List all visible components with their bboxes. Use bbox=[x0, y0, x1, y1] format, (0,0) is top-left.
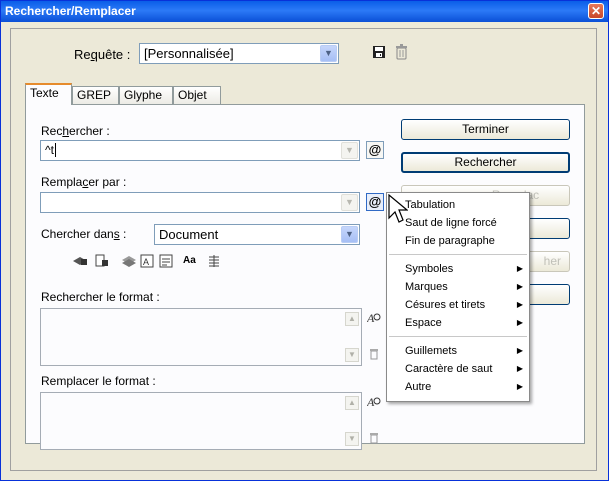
close-button[interactable]: ✕ bbox=[588, 3, 604, 19]
case-sensitive-toggle[interactable]: Aa bbox=[183, 255, 196, 266]
specify-find-format-icon[interactable]: A bbox=[366, 311, 381, 328]
search-in-select[interactable]: Document ▼ bbox=[154, 224, 360, 245]
submenu-arrow-icon: ▶ bbox=[516, 264, 523, 273]
window-title: Rechercher/Remplacer bbox=[5, 4, 136, 18]
done-button[interactable]: Terminer bbox=[401, 119, 570, 140]
find-button[interactable]: Rechercher bbox=[401, 152, 570, 173]
replace-format-box[interactable] bbox=[40, 392, 362, 450]
menu-item-quotation-marks[interactable]: Guillemets ▶ bbox=[405, 342, 529, 360]
include-hidden-layers-icon[interactable] bbox=[121, 255, 137, 270]
menu-item-break-character[interactable]: Caractère de saut ▶ bbox=[405, 360, 529, 378]
find-label: Rechercher : bbox=[41, 124, 110, 138]
menu-item-hyphens-dashes[interactable]: Césures et tirets ▶ bbox=[405, 296, 529, 314]
svg-text:A: A bbox=[143, 257, 149, 267]
tab-objet[interactable]: Objet bbox=[173, 86, 221, 104]
scroll-up-icon[interactable]: ▲ bbox=[345, 312, 359, 326]
menu-item-tabulation[interactable]: Tabulation bbox=[405, 196, 455, 214]
menu-item-end-of-paragraph[interactable]: Fin de paragraphe bbox=[405, 232, 495, 250]
submenu-arrow-icon: ▶ bbox=[516, 300, 523, 309]
tab-texte[interactable]: Texte bbox=[25, 83, 72, 105]
scroll-up-icon[interactable]: ▲ bbox=[345, 396, 359, 410]
find-input[interactable]: ^t ▼ bbox=[40, 140, 360, 161]
whole-word-icon[interactable] bbox=[207, 254, 221, 271]
submenu-arrow-icon: ▶ bbox=[516, 346, 523, 355]
replace-input[interactable]: ▼ bbox=[40, 192, 360, 213]
include-master-pages-icon[interactable]: A bbox=[140, 254, 154, 271]
query-label: Requête : bbox=[74, 47, 131, 62]
chevron-down-icon[interactable]: ▼ bbox=[341, 226, 358, 243]
menu-item-white-space[interactable]: Espace ▶ bbox=[405, 314, 529, 332]
scroll-down-icon[interactable]: ▼ bbox=[345, 348, 359, 362]
trash-icon[interactable] bbox=[395, 44, 408, 63]
special-characters-find-icon[interactable]: @ bbox=[366, 141, 384, 159]
special-characters-replace-icon[interactable]: @ bbox=[366, 193, 384, 211]
chevron-down-icon[interactable]: ▼ bbox=[341, 142, 358, 159]
query-value: [Personnalisée] bbox=[144, 46, 234, 61]
mouse-cursor-icon bbox=[388, 193, 409, 227]
scroll-down-icon[interactable]: ▼ bbox=[345, 432, 359, 446]
include-locked-stories-icon[interactable] bbox=[95, 254, 109, 271]
save-query-icon[interactable] bbox=[372, 45, 386, 62]
submenu-arrow-icon: ▶ bbox=[516, 382, 523, 391]
menu-item-symbols[interactable]: Symboles ▶ bbox=[405, 260, 529, 278]
specify-replace-format-icon[interactable]: A bbox=[366, 395, 381, 412]
find-format-box[interactable] bbox=[40, 308, 362, 366]
menu-separator bbox=[389, 254, 527, 255]
find-value: ^t bbox=[45, 143, 54, 157]
chevron-down-icon[interactable]: ▼ bbox=[320, 45, 337, 62]
query-select[interactable]: [Personnalisée] ▼ bbox=[139, 43, 339, 64]
replace-label: Remplacer par : bbox=[41, 175, 127, 189]
tab-grep[interactable]: GREP bbox=[72, 86, 119, 104]
include-footnotes-icon[interactable] bbox=[159, 254, 173, 271]
clear-replace-format-icon[interactable] bbox=[369, 432, 379, 447]
menu-item-other[interactable]: Autre ▶ bbox=[405, 378, 529, 396]
menu-item-forced-line-break[interactable]: Saut de ligne forcé bbox=[405, 214, 497, 232]
menu-separator bbox=[389, 336, 527, 337]
find-format-label: Rechercher le format : bbox=[41, 290, 160, 304]
clear-find-format-icon[interactable] bbox=[369, 348, 379, 363]
search-in-label: Chercher dans : bbox=[41, 227, 127, 241]
submenu-arrow-icon: ▶ bbox=[516, 364, 523, 373]
submenu-arrow-icon: ▶ bbox=[516, 318, 523, 327]
menu-item-markers[interactable]: Marques ▶ bbox=[405, 278, 529, 296]
tab-glyphe[interactable]: Glyphe bbox=[119, 86, 173, 104]
submenu-arrow-icon: ▶ bbox=[516, 282, 523, 291]
include-locked-layers-icon[interactable] bbox=[72, 255, 88, 270]
chevron-down-icon[interactable]: ▼ bbox=[341, 194, 358, 211]
search-in-value: Document bbox=[159, 227, 219, 242]
replace-format-label: Remplacer le format : bbox=[41, 374, 156, 388]
title-bar: Rechercher/Remplacer ✕ bbox=[1, 1, 608, 22]
